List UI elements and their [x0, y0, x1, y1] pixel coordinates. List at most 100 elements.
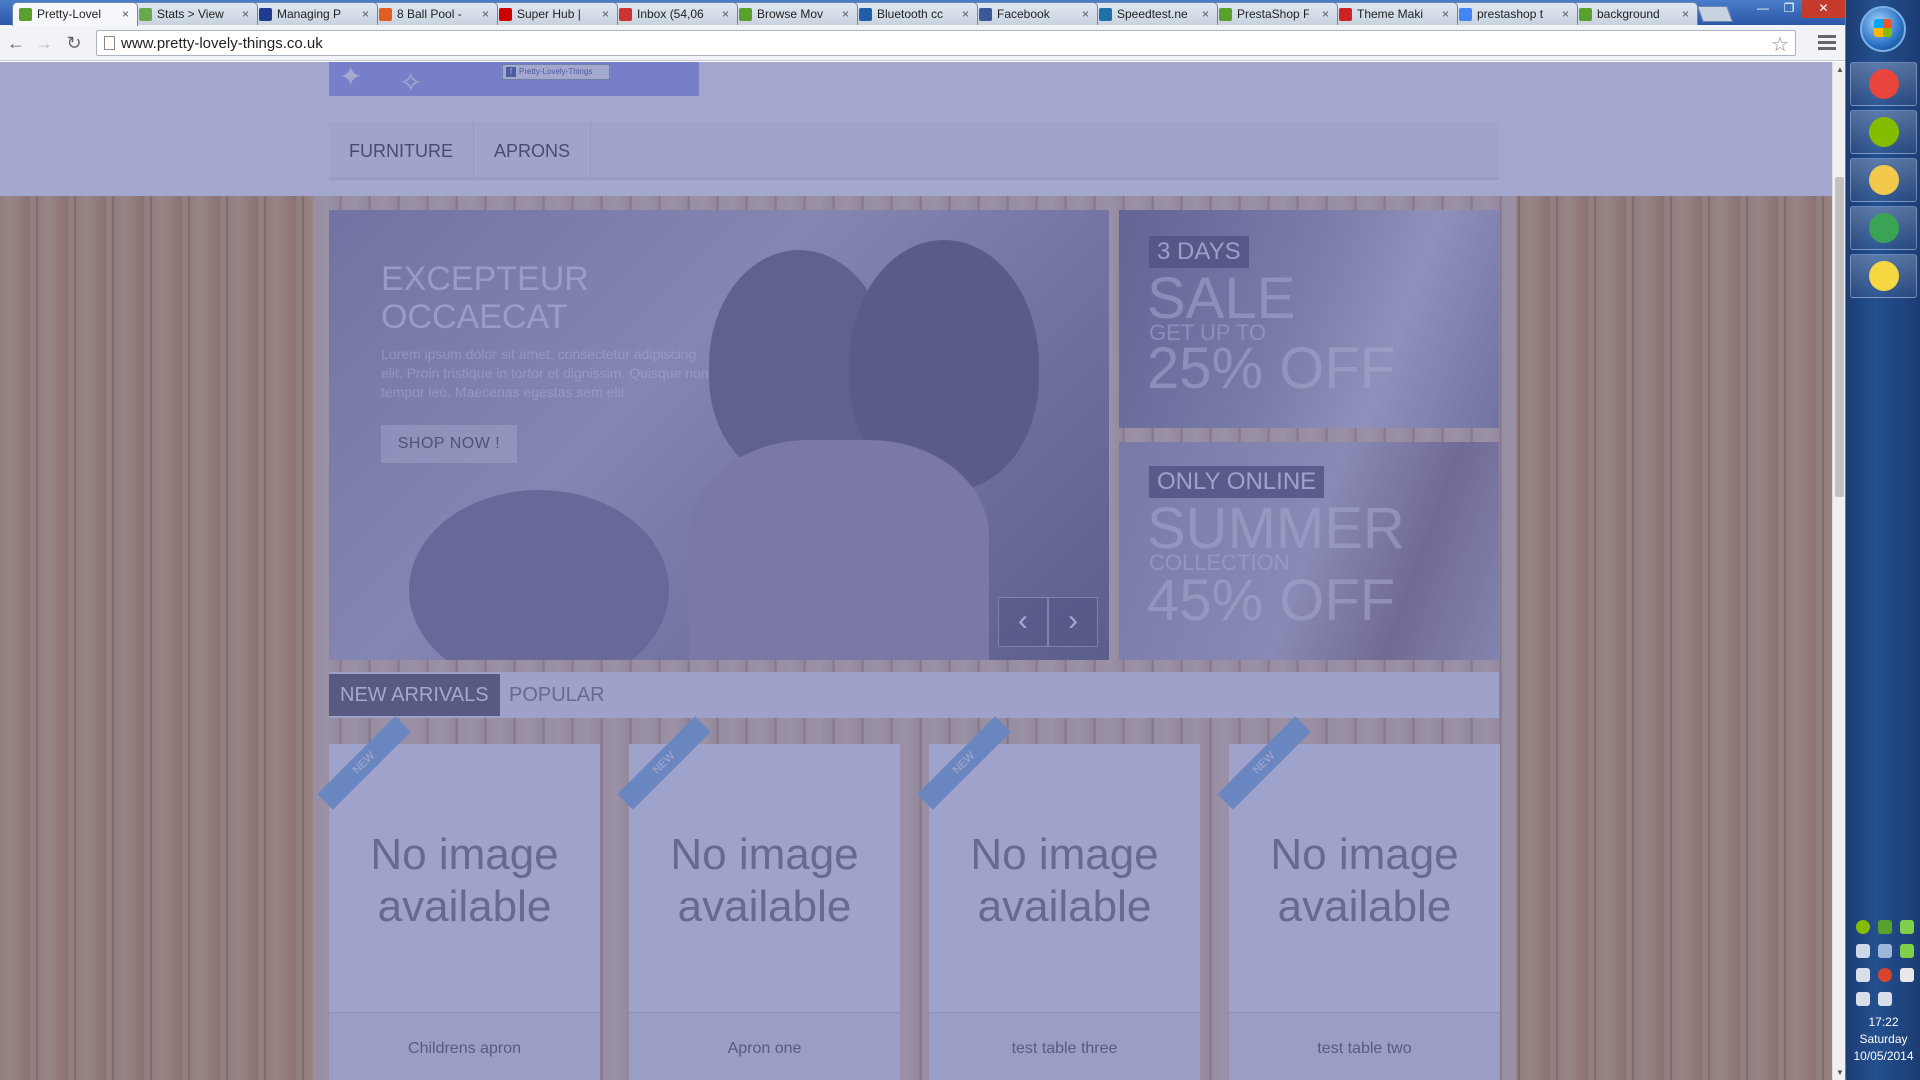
shop-now-button[interactable]: SHOP NOW ! — [381, 425, 517, 463]
volume-icon[interactable] — [1878, 992, 1892, 1006]
clock-time[interactable]: 17:22 — [1846, 1015, 1920, 1029]
product-card[interactable]: No image available NEW test table three — [917, 716, 1200, 1080]
divider — [629, 1012, 900, 1013]
promo-banner-sale[interactable]: 3 DAYS SALE GET UP TO 25% OFF — [1119, 210, 1499, 428]
signal-icon[interactable] — [1900, 920, 1914, 934]
scroll-up-icon[interactable]: ▲ — [1836, 65, 1844, 74]
tab-favicon-icon — [619, 8, 632, 21]
tab-close-icon[interactable]: × — [242, 7, 249, 21]
bluetooth-icon[interactable] — [1856, 944, 1870, 958]
browser-tab[interactable]: Pretty-Lovel × — [12, 2, 138, 26]
close-window-button[interactable]: ✕ — [1802, 0, 1845, 18]
tab-close-icon[interactable]: × — [1082, 7, 1089, 21]
browser-tab[interactable]: prestashop t × — [1452, 2, 1578, 25]
tab-popular[interactable]: POPULAR — [498, 674, 616, 716]
browser-tab[interactable]: Managing P × — [252, 2, 378, 25]
facebook-badge-label: Pretty-Lovely-Things — [519, 67, 593, 76]
taskbar-app[interactable] — [1850, 110, 1917, 154]
tab-close-icon[interactable]: × — [362, 7, 369, 21]
bookmark-star-icon[interactable]: ☆ — [1771, 32, 1789, 57]
browser-tab[interactable]: Theme Maki × — [1332, 2, 1458, 25]
tab-close-icon[interactable]: × — [1562, 7, 1569, 21]
browser-tab[interactable]: Stats > View × — [132, 2, 258, 25]
promo-banner-summer[interactable]: ONLY ONLINE SUMMER COLLECTION 45% OFF — [1119, 442, 1499, 660]
product-name[interactable]: test table three — [929, 1040, 1200, 1058]
windows-logo-icon — [1874, 19, 1892, 37]
product-name[interactable]: Childrens apron — [329, 1040, 600, 1058]
antivirus-icon[interactable] — [1878, 968, 1892, 982]
hero-slider[interactable]: EXCEPTEUR OCCAECAT Lorem ipsum dolor sit… — [329, 210, 1109, 660]
nav-item-furniture[interactable]: FURNITURE — [329, 122, 474, 180]
facebook-badge[interactable]: f Pretty-Lovely-Things — [502, 64, 610, 80]
browser-tab[interactable]: Browse Mov × — [732, 2, 858, 25]
nvidia-icon[interactable] — [1900, 944, 1914, 958]
url-text[interactable]: www.pretty-lovely-things.co.uk — [121, 35, 323, 52]
new-tab-button[interactable] — [1697, 6, 1733, 22]
tab-close-icon[interactable]: × — [1682, 7, 1689, 21]
tab-close-icon[interactable]: × — [1322, 7, 1329, 21]
steam-icon[interactable] — [1856, 968, 1870, 982]
product-card[interactable]: No image available NEW test table two — [1217, 716, 1500, 1080]
tab-title: Inbox (54,06 — [637, 7, 704, 21]
page-scrollbar[interactable]: ▲ ▼ — [1832, 62, 1845, 1080]
browser-tab[interactable]: Speedtest.ne × — [1092, 2, 1218, 25]
scrollbar-thumb[interactable] — [1835, 177, 1844, 497]
product-card[interactable]: No image available NEW Childrens apron — [317, 716, 600, 1080]
browser-tab[interactable]: 8 Ball Pool - × — [372, 2, 498, 25]
taskbar-app[interactable] — [1850, 62, 1917, 106]
forward-arrow-icon[interactable]: → — [32, 31, 56, 55]
minimize-button[interactable]: — — [1750, 0, 1776, 18]
tab-close-icon[interactable]: × — [722, 7, 729, 21]
tab-favicon-icon — [19, 8, 32, 21]
clock-day[interactable]: Saturday — [1846, 1032, 1920, 1046]
browser-tab[interactable]: Bluetooth cc × — [852, 2, 978, 25]
site-logo-banner[interactable]: ✦ ✧ f Pretty-Lovely-Things — [329, 62, 699, 98]
prev-slide-icon[interactable]: ‹ — [998, 597, 1048, 647]
action-center-icon[interactable] — [1900, 968, 1914, 982]
no-image-placeholder: No image available — [1270, 830, 1459, 931]
browser-tab-strip: Pretty-Lovel × Stats > View × Managing P × 8 B… — [0, 0, 1845, 26]
tab-favicon-icon — [1579, 8, 1592, 21]
task-manager-icon — [1869, 213, 1899, 243]
taskbar-app[interactable] — [1850, 254, 1917, 298]
tab-close-icon[interactable]: × — [1202, 7, 1209, 21]
product-image[interactable]: No image available — [929, 744, 1200, 1012]
taskbar-app[interactable] — [1850, 158, 1917, 202]
product-image[interactable]: No image available — [1229, 744, 1500, 1012]
product-name[interactable]: test table two — [1229, 1040, 1500, 1058]
slide-text: Lorem ipsum dolor sit amet, consectetur … — [381, 346, 709, 400]
product-image[interactable]: No image available — [629, 744, 900, 1012]
product-name[interactable]: Apron one — [629, 1040, 900, 1058]
clock-date[interactable]: 10/05/2014 — [1846, 1049, 1920, 1063]
browser-tab[interactable]: PrestaShop F × — [1212, 2, 1338, 25]
nav-item-aprons[interactable]: APRONS — [474, 122, 592, 180]
next-slide-icon[interactable]: › — [1048, 597, 1098, 647]
reload-icon[interactable]: ↻ — [62, 31, 86, 55]
tab-close-icon[interactable]: × — [602, 7, 609, 21]
chrome-menu-icon[interactable] — [1818, 32, 1836, 54]
windows-taskbar: 17:22 Saturday 10/05/2014 — [1845, 0, 1920, 1080]
taskbar-app[interactable] — [1850, 206, 1917, 250]
tray-app-icon[interactable] — [1878, 920, 1892, 934]
back-arrow-icon[interactable]: ← — [4, 31, 28, 55]
browser-tab[interactable]: Facebook × — [972, 2, 1098, 25]
network-icon[interactable] — [1878, 944, 1892, 958]
start-button[interactable] — [1860, 6, 1906, 52]
divider — [329, 1012, 600, 1013]
product-image[interactable]: No image available — [329, 744, 600, 1012]
spotify-tray-icon[interactable] — [1856, 920, 1870, 934]
product-card[interactable]: No image available NEW Apron one — [617, 716, 900, 1080]
scroll-down-icon[interactable]: ▼ — [1836, 1068, 1844, 1077]
restore-button[interactable]: ❐ — [1776, 0, 1802, 18]
tab-new-arrivals[interactable]: NEW ARRIVALS — [329, 674, 500, 716]
display-icon[interactable] — [1856, 992, 1870, 1006]
browser-tab[interactable]: background × — [1572, 2, 1698, 25]
browser-tab[interactable]: Inbox (54,06 × — [612, 2, 738, 25]
tab-close-icon[interactable]: × — [962, 7, 969, 21]
address-bar[interactable]: www.pretty-lovely-things.co.uk ☆ — [96, 30, 1796, 56]
tab-close-icon[interactable]: × — [1442, 7, 1449, 21]
browser-tab[interactable]: Super Hub | × — [492, 2, 618, 25]
tab-close-icon[interactable]: × — [122, 7, 129, 21]
tab-close-icon[interactable]: × — [482, 7, 489, 21]
tab-close-icon[interactable]: × — [842, 7, 849, 21]
